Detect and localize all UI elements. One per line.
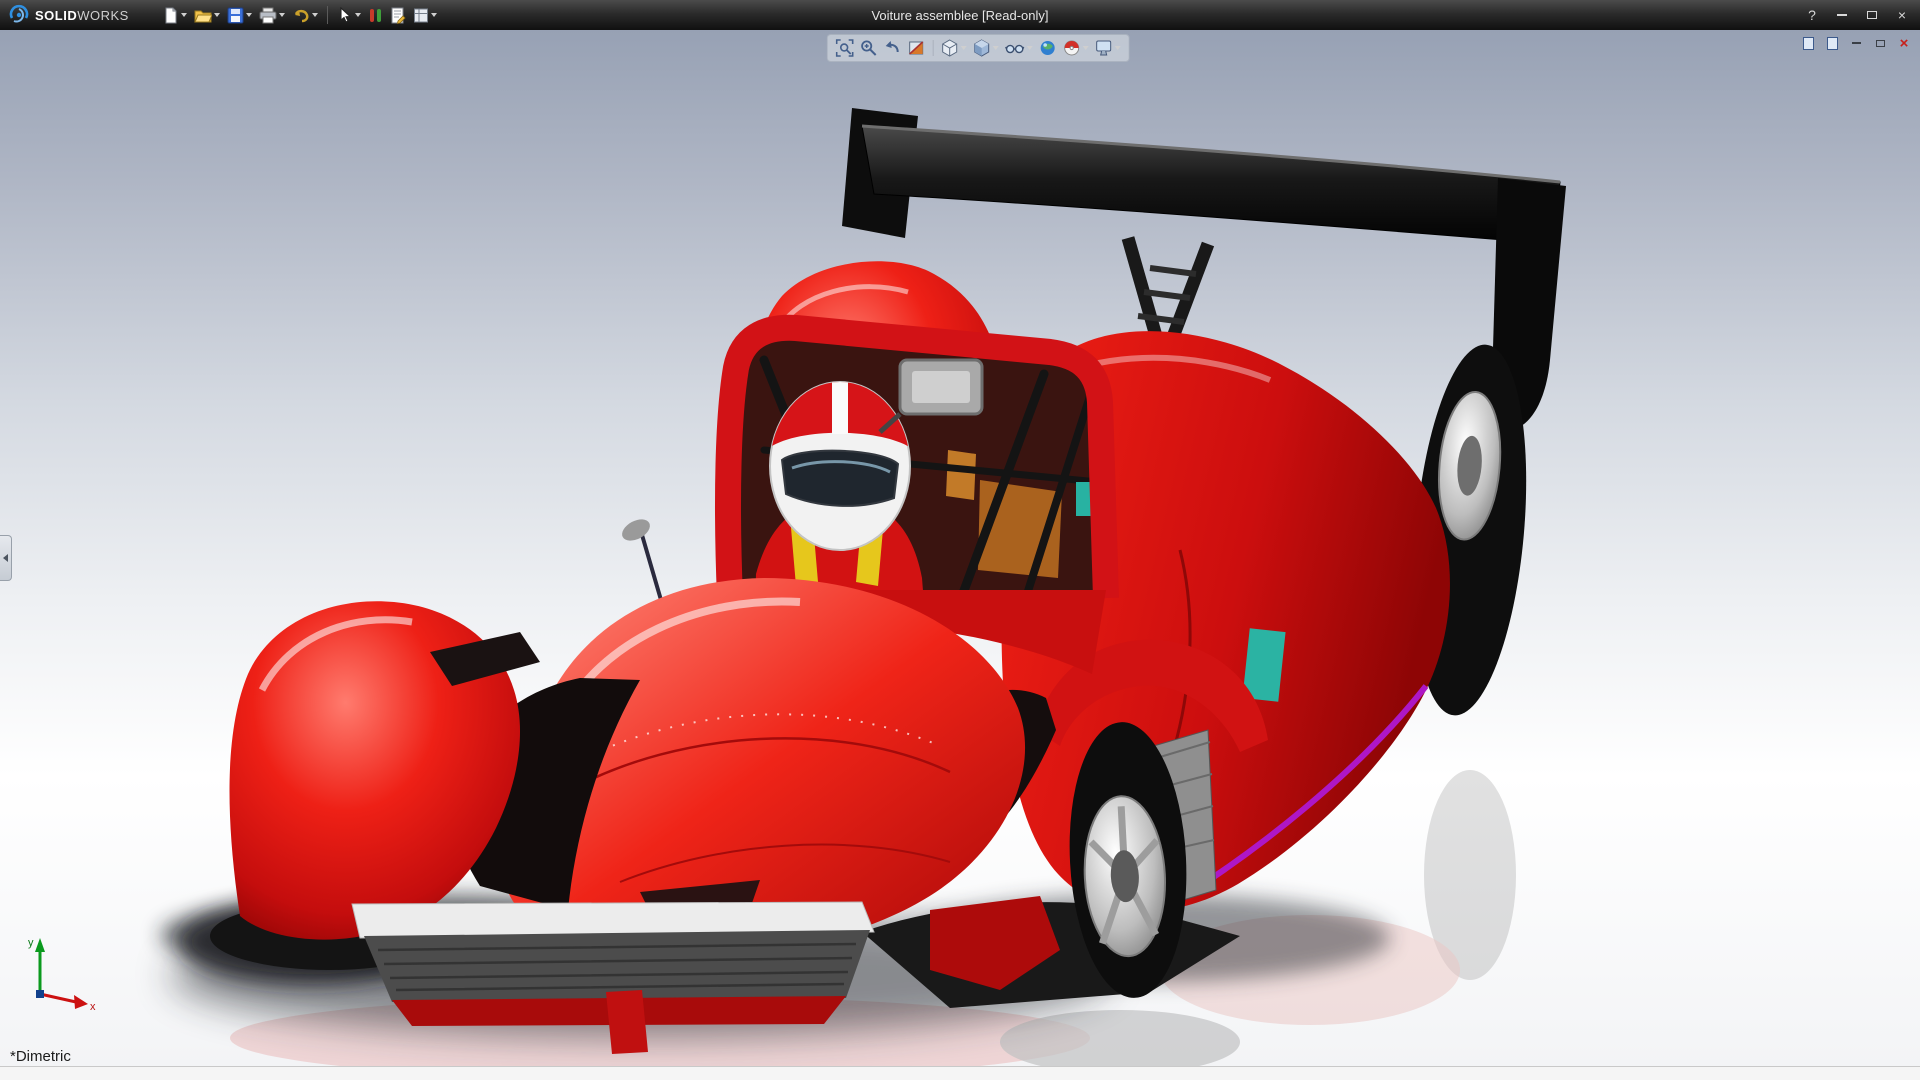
close-button[interactable]: × (1892, 5, 1912, 25)
chevron-down-icon[interactable] (245, 13, 252, 17)
graphics-area[interactable]: × y x *Dimetric (0, 30, 1920, 1066)
status-bar (0, 1066, 1920, 1080)
previous-view-button[interactable] (882, 37, 904, 59)
view-orientation-button[interactable] (939, 37, 969, 59)
chevron-down-icon[interactable] (430, 13, 437, 17)
window-controls: ? × (1802, 0, 1912, 30)
selection-filter-icon (369, 8, 381, 22)
new-document-icon (165, 7, 177, 23)
toolbar-separator (932, 40, 934, 56)
view-settings-monitor-icon (1096, 40, 1112, 56)
edit-appearance-sphere-icon (1040, 41, 1055, 55)
heads-up-toolbar (826, 34, 1130, 62)
window-title: Voiture assemblee [Read-only] (871, 7, 1049, 23)
zoom-to-fit-button[interactable] (834, 37, 856, 59)
chevron-down-icon[interactable] (180, 13, 187, 17)
section-view-button[interactable] (906, 37, 928, 59)
x-axis-label: x (90, 1001, 96, 1013)
undo-button[interactable] (289, 3, 321, 27)
view-orientation-label: *Dimetric (10, 1048, 71, 1065)
document-properties-button[interactable] (387, 3, 409, 27)
printer-icon (259, 7, 277, 23)
brand-wordmark: SOLIDWORKS (35, 7, 129, 23)
document-window-controls: × (1798, 34, 1914, 52)
options-grid-icon (413, 8, 428, 22)
minimize-icon (1837, 14, 1847, 16)
chevron-down-icon[interactable] (354, 13, 361, 17)
side-mirror[interactable] (619, 515, 654, 545)
save-button[interactable] (224, 3, 255, 27)
app-brand: SOLIDWORKS (8, 4, 129, 26)
y-axis-label: y (28, 937, 34, 949)
save-floppy-icon (227, 7, 244, 23)
select-cursor-icon (340, 6, 352, 23)
chevron-down-icon[interactable] (213, 13, 220, 17)
zoom-to-area-icon (861, 40, 877, 56)
dassault-swirl-icon (9, 4, 29, 23)
task-pane-handle[interactable] (0, 535, 12, 581)
collapse-arrow-icon (3, 554, 8, 562)
chevron-down-icon[interactable] (1082, 46, 1089, 50)
maximize-icon (1867, 11, 1877, 19)
new-document-button[interactable] (159, 3, 190, 27)
zoom-to-fit-icon (835, 39, 854, 57)
help-button[interactable]: ? (1802, 5, 1822, 25)
undo-arrow-icon (294, 9, 309, 22)
previous-view-icon (885, 41, 899, 53)
selection-filter-button[interactable] (365, 3, 386, 27)
display-style-button[interactable] (971, 37, 1001, 59)
chevron-down-icon[interactable] (1114, 46, 1121, 50)
minimize-document-button[interactable] (1846, 34, 1866, 52)
chevron-down-icon[interactable] (311, 13, 318, 17)
apply-scene-sphere-icon (1064, 40, 1080, 56)
restore-document-button[interactable] (1870, 34, 1890, 52)
section-view-icon (909, 41, 924, 55)
chevron-down-icon[interactable] (278, 13, 285, 17)
open-folder-icon (194, 10, 212, 22)
chevron-down-icon[interactable] (992, 46, 999, 50)
chevron-down-icon[interactable] (960, 46, 967, 50)
window-icon (1802, 36, 1814, 50)
new-window-button[interactable] (1798, 34, 1818, 52)
open-document-button[interactable] (191, 3, 223, 27)
maximize-button[interactable] (1862, 5, 1882, 25)
tile-windows-button[interactable] (1822, 34, 1842, 52)
radiator-grille[interactable] (364, 930, 870, 1002)
helmet-visor (780, 449, 900, 507)
display-style-cube-icon (974, 39, 990, 57)
hide-show-items-button[interactable] (1003, 37, 1035, 59)
chevron-down-icon[interactable] (1026, 46, 1033, 50)
model-scene[interactable] (0, 30, 1920, 1066)
options-button[interactable] (410, 3, 440, 27)
view-settings-button[interactable] (1093, 37, 1123, 59)
minimize-button[interactable] (1832, 5, 1852, 25)
document-properties-icon (391, 7, 406, 24)
standard-toolbar (159, 3, 440, 27)
close-document-button[interactable]: × (1894, 34, 1914, 52)
zoom-to-area-button[interactable] (858, 37, 880, 59)
reference-triad: y x (28, 937, 96, 1013)
hide-show-glasses-icon (1005, 44, 1025, 54)
select-button[interactable] (334, 3, 364, 27)
apply-scene-button[interactable] (1061, 37, 1091, 59)
print-button[interactable] (256, 3, 288, 27)
edit-appearance-button[interactable] (1037, 37, 1059, 59)
titlebar: SOLIDWORKS Voiture assemblee [Read-only]… (0, 0, 1920, 30)
view-orientation-cube-icon (942, 39, 958, 57)
close-icon: × (1899, 34, 1909, 52)
restore-icon (1875, 39, 1885, 47)
minimize-icon (1851, 42, 1861, 44)
center-fin (606, 990, 648, 1054)
toolbar-separator (326, 6, 328, 24)
window-icon (1826, 36, 1838, 50)
